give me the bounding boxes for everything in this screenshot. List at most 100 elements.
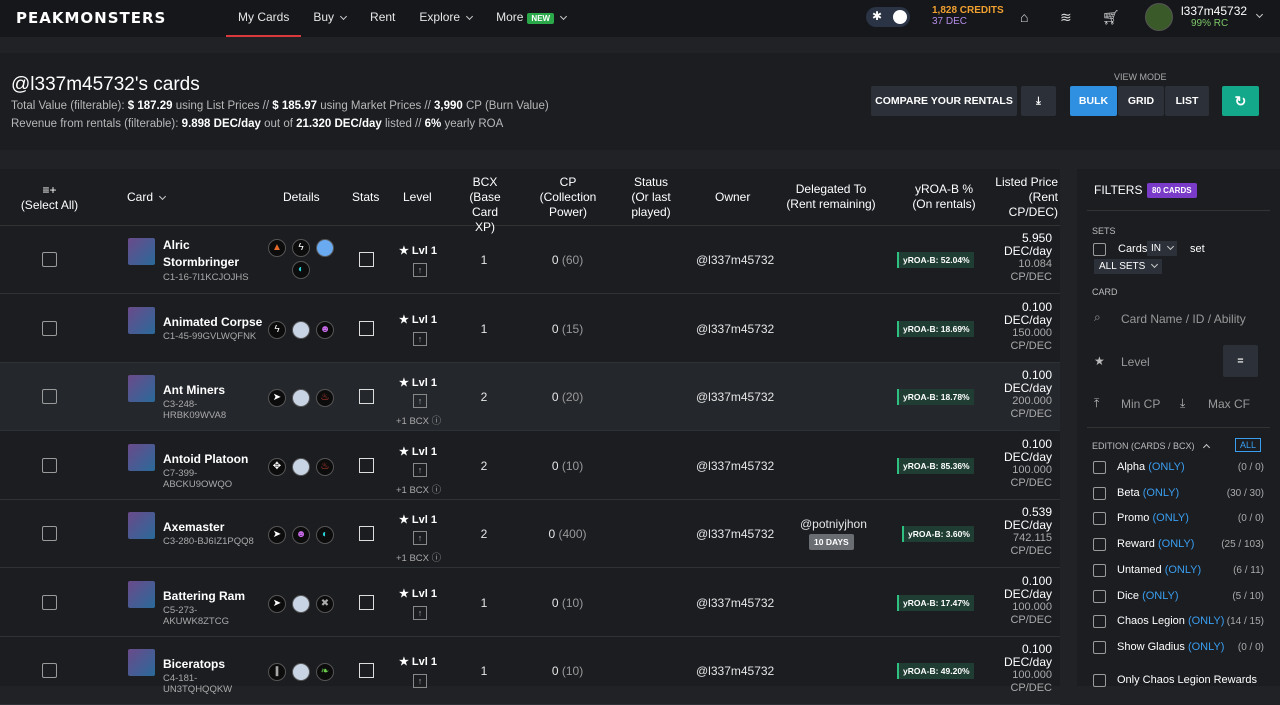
- edition-checkbox[interactable]: [1093, 486, 1106, 500]
- card-name-line2[interactable]: Stormbringer: [163, 254, 239, 271]
- ability-fire-icon[interactable]: ♨: [316, 389, 334, 407]
- ability-x-icon[interactable]: ✖: [316, 594, 334, 613]
- layers-icon[interactable]: ≋: [1060, 9, 1072, 26]
- nav-buy[interactable]: Buy: [301, 0, 358, 37]
- nav-more[interactable]: More NEW: [484, 0, 578, 37]
- upgrade-icon[interactable]: ↑: [413, 605, 427, 620]
- listed-price[interactable]: 0.100 DEC/day 100.000 CP/DEC: [1000, 437, 1052, 490]
- card-thumbnail[interactable]: [128, 238, 155, 265]
- refresh-icon[interactable]: ↻: [1222, 86, 1259, 116]
- table-row[interactable]: Ant Miners C3-248- HRBK09WVA8 ➤ ♨ ★ Lvl 1 ↑ +1 …: [0, 363, 1060, 431]
- delegated-to-link[interactable]: @potniyjhon: [800, 517, 867, 531]
- ability-white-icon[interactable]: [292, 320, 310, 339]
- ability-arrow-icon[interactable]: ➤: [268, 389, 286, 407]
- edition-checkbox[interactable]: [1093, 563, 1106, 577]
- edition-checkbox[interactable]: [1093, 615, 1106, 629]
- card-name[interactable]: Biceratops: [163, 656, 225, 673]
- stats-icon[interactable]: [359, 663, 374, 678]
- level-operator-button[interactable]: =: [1223, 345, 1258, 377]
- upgrade-icon[interactable]: ↑: [413, 531, 427, 545]
- card-name[interactable]: Ant Miners: [163, 382, 225, 399]
- card-thumbnail[interactable]: [128, 512, 155, 539]
- nav-my-cards[interactable]: My Cards: [226, 0, 302, 37]
- stats-icon[interactable]: [359, 457, 374, 473]
- listed-price[interactable]: 5.950 DEC/day 10.084 CP/DEC: [1000, 232, 1052, 284]
- card-name[interactable]: Animated Corpse: [163, 314, 262, 331]
- inbox-icon[interactable]: ⌂: [1020, 9, 1028, 25]
- table-row[interactable]: Alric Stormbringer C1-16-7I1KCJOJHS ▲ ϟ ◐ ★ Lv…: [0, 226, 1060, 294]
- ability-white-icon[interactable]: [292, 457, 310, 476]
- ability-move-icon[interactable]: ✥: [268, 457, 286, 476]
- card-name[interactable]: Battering Ram: [163, 588, 245, 605]
- ability-red-icon[interactable]: ▲: [268, 239, 286, 257]
- info-icon[interactable]: ⓘ: [432, 485, 442, 496]
- row-checkbox[interactable]: [42, 389, 57, 404]
- edition-checkbox[interactable]: [1093, 461, 1106, 474]
- ability-green-icon[interactable]: ❧: [316, 663, 334, 681]
- avatar[interactable]: [1145, 3, 1173, 31]
- max-cp-input[interactable]: Max CF: [1208, 397, 1250, 411]
- cart-icon[interactable]: 🛒︎: [1102, 9, 1120, 26]
- ability-white-icon[interactable]: [292, 594, 310, 613]
- only-link[interactable]: (ONLY): [1188, 641, 1224, 653]
- row-checkbox[interactable]: [42, 252, 57, 267]
- ability-fire-icon[interactable]: ♨: [316, 457, 334, 476]
- only-link[interactable]: (ONLY): [1143, 487, 1179, 499]
- table-row[interactable]: Antoid Platoon C7-399- ABCKU9OWQO ✥ ♨ ★ Lvl 1…: [0, 432, 1060, 500]
- stats-icon[interactable]: [359, 594, 374, 610]
- bulk-view-button[interactable]: BULK: [1070, 86, 1117, 116]
- only-link[interactable]: (ONLY): [1142, 590, 1178, 602]
- all-editions-button[interactable]: ALL: [1235, 438, 1262, 452]
- select-all-button[interactable]: ≡+ (Select All): [12, 183, 87, 213]
- only-link[interactable]: (ONLY): [1152, 512, 1188, 524]
- ability-white-icon[interactable]: [292, 663, 310, 681]
- listed-price[interactable]: 0.100 DEC/day 100.000 CP/DEC: [1000, 643, 1052, 695]
- edition-checkbox[interactable]: [1093, 589, 1106, 603]
- chevron-up-icon[interactable]: [1202, 443, 1211, 452]
- row-checkbox[interactable]: [42, 457, 57, 473]
- col-card[interactable]: Card: [127, 190, 167, 205]
- row-checkbox[interactable]: [42, 526, 57, 541]
- edition-checkbox[interactable]: [1093, 512, 1106, 526]
- list-view-button[interactable]: LIST: [1165, 86, 1209, 116]
- row-checkbox[interactable]: [42, 663, 57, 678]
- level-input[interactable]: Level: [1121, 355, 1150, 369]
- row-checkbox[interactable]: [42, 320, 57, 336]
- only-link[interactable]: (ONLY): [1158, 538, 1194, 550]
- sets-checkbox[interactable]: [1093, 243, 1106, 256]
- ability-bolt-icon[interactable]: ϟ: [292, 239, 310, 257]
- theme-toggle[interactable]: ✱: [866, 7, 910, 27]
- table-row[interactable]: Biceratops C4-181- UN3TQHQQKW ∥ ❧ ★ Lvl 1 ↑ 1 0 …: [0, 637, 1060, 705]
- upgrade-icon[interactable]: ↑: [413, 263, 427, 277]
- username[interactable]: l337m45732: [1181, 4, 1247, 18]
- card-thumbnail[interactable]: [128, 443, 155, 471]
- card-search-input[interactable]: Card Name / ID / Ability: [1121, 312, 1246, 326]
- owner-link[interactable]: @l337m45732: [696, 253, 774, 267]
- ability-pause-icon[interactable]: ∥: [268, 663, 286, 681]
- upgrade-icon[interactable]: ↑: [413, 331, 427, 346]
- info-icon[interactable]: ⓘ: [432, 553, 442, 564]
- min-cp-input[interactable]: Min CP: [1121, 397, 1160, 411]
- owner-link[interactable]: @l337m45732: [696, 390, 774, 404]
- owner-link[interactable]: @l337m45732: [696, 664, 774, 678]
- stats-icon[interactable]: [359, 252, 374, 267]
- nav-explore[interactable]: Explore: [407, 0, 484, 37]
- chevron-down-icon[interactable]: [1255, 10, 1264, 19]
- only-link[interactable]: (ONLY): [1148, 461, 1184, 473]
- table-row[interactable]: Battering Ram C5-273- AKUWK8ZTCG ➤ ✖ ★ Lvl 1 ↑…: [0, 569, 1060, 637]
- listed-price[interactable]: 0.100 DEC/day 200.000 CP/DEC: [1000, 369, 1052, 421]
- all-sets-select[interactable]: ALL SETS: [1094, 259, 1163, 274]
- owner-link[interactable]: @l337m45732: [696, 459, 774, 473]
- ability-arrow-icon[interactable]: ➤: [268, 526, 286, 544]
- owner-link[interactable]: @l337m45732: [696, 596, 774, 610]
- download-icon[interactable]: ⤓: [1021, 86, 1056, 116]
- ability-purple-icon[interactable]: ☻: [316, 320, 334, 339]
- compare-rentals-button[interactable]: COMPARE YOUR RENTALS: [871, 86, 1017, 116]
- info-icon[interactable]: ⓘ: [432, 416, 442, 427]
- table-row[interactable]: Axemaster C3-280-BJ6IZ1PQQ8 ➤ ☻ ◐ ★ Lvl 1 ↑ +1 …: [0, 500, 1060, 568]
- in-select[interactable]: IN: [1147, 241, 1177, 256]
- card-name[interactable]: Alric: [163, 237, 190, 254]
- stats-icon[interactable]: [359, 320, 374, 336]
- upgrade-icon[interactable]: ↑: [413, 394, 427, 408]
- upgrade-icon[interactable]: ↑: [413, 462, 427, 477]
